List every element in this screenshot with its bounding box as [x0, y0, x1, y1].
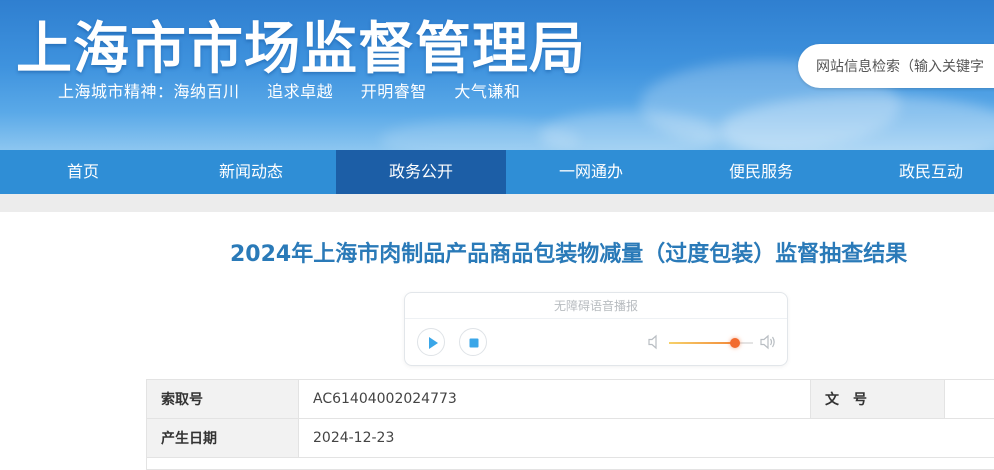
volume-knob[interactable]: [729, 338, 740, 348]
motto-part: 追求卓越: [267, 82, 334, 101]
field-value-doc-no: [944, 379, 994, 419]
play-icon: [429, 337, 438, 349]
nav-item-online-service[interactable]: 一网通办: [506, 150, 676, 194]
volume-low-icon[interactable]: [647, 334, 661, 350]
motto-part: 上海城市精神：海纳百川: [58, 82, 240, 101]
nav-item-interaction[interactable]: 政民互动: [846, 150, 994, 194]
nav-item-home[interactable]: 首页: [0, 150, 166, 194]
field-value-date: 2024-12-23: [298, 418, 994, 458]
nav-item-public-service[interactable]: 便民服务: [676, 150, 846, 194]
main-nav: 首页 新闻动态 政务公开 一网通办 便民服务 政民互动: [0, 150, 994, 194]
city-motto: 上海城市精神：海纳百川 追求卓越 开明睿智 大气谦和: [58, 78, 542, 102]
field-label-date: 产生日期: [146, 418, 299, 458]
table-row: 产生日期 2024-12-23: [146, 418, 994, 458]
site-header: 上海市市场监督管理局 上海城市精神：海纳百川 追求卓越 开明睿智 大气谦和 网站…: [0, 0, 994, 150]
stop-button[interactable]: [459, 328, 487, 356]
site-title[interactable]: 上海市市场监督管理局: [16, 4, 586, 85]
volume-slider[interactable]: [669, 338, 753, 348]
nav-item-news[interactable]: 新闻动态: [166, 150, 336, 194]
play-button[interactable]: [417, 328, 445, 356]
field-label-doc-no: 文 号: [810, 379, 945, 419]
motto-part: 开明睿智: [360, 82, 427, 101]
table-row: 索取号 AC61404002024773 文 号: [146, 379, 994, 419]
divider-band: [0, 194, 994, 212]
stop-icon: [469, 338, 479, 348]
audio-player: 无障碍语音播报: [404, 292, 788, 366]
document-info-table: 索取号 AC61404002024773 文 号 产生日期 2024-12-23: [146, 379, 994, 458]
volume-high-icon[interactable]: [759, 333, 777, 351]
article-title: 2024年上海市肉制品产品商品包装物减量（过度包装）监督抽查结果: [230, 242, 908, 267]
volume-fill: [669, 342, 735, 344]
player-label: 无障碍语音播报: [405, 293, 787, 319]
table-row-partial: [146, 458, 994, 470]
nav-item-gov-info[interactable]: 政务公开: [336, 150, 506, 194]
field-value-index-no: AC61404002024773: [298, 379, 811, 419]
search-input[interactable]: 网站信息检索（输入关键字: [798, 44, 994, 88]
motto-part: 大气谦和: [454, 82, 521, 101]
field-label-index-no: 索取号: [146, 379, 299, 419]
